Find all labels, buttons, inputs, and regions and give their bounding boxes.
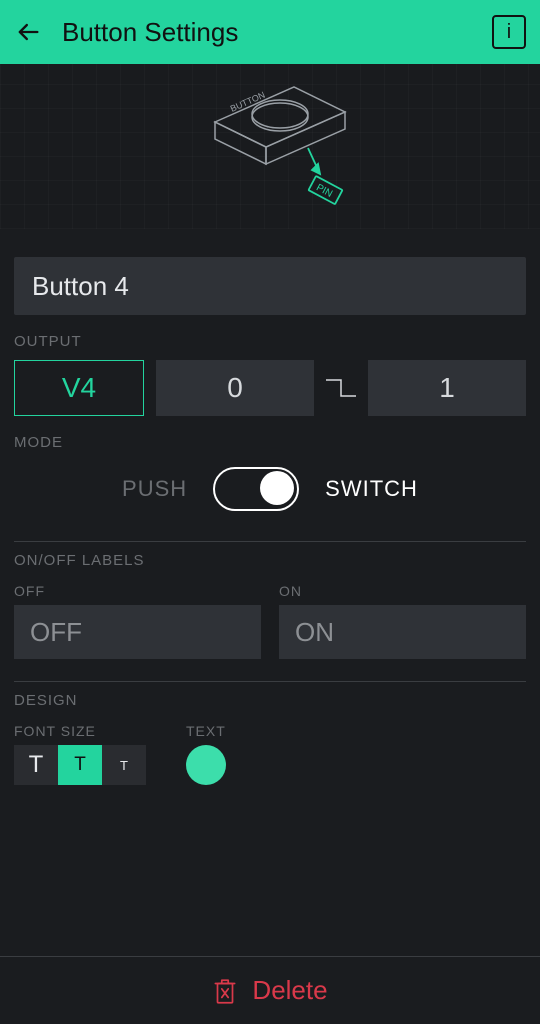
output-pin-value: V4 <box>62 372 96 404</box>
on-caption: ON <box>279 583 526 599</box>
font-size-picker: T T T <box>14 745 146 785</box>
divider <box>14 541 526 542</box>
on-label-input[interactable]: ON <box>279 605 526 659</box>
text-color-caption: TEXT <box>186 723 226 739</box>
mode-switch-label: SWITCH <box>325 476 418 502</box>
divider <box>14 681 526 682</box>
diagram-area: BUTTON PIN <box>0 64 540 229</box>
output-high-value: 1 <box>439 372 455 404</box>
off-label-input[interactable]: OFF <box>14 605 261 659</box>
onoff-section-label: ON/OFF LABELS <box>14 552 526 569</box>
mode-push-label: PUSH <box>122 476 187 502</box>
output-pin-selector[interactable]: V4 <box>14 360 144 416</box>
output-label: OUTPUT <box>14 333 526 350</box>
font-size-medium[interactable]: T <box>58 745 102 785</box>
trash-icon <box>212 976 238 1006</box>
mode-toggle[interactable] <box>213 467 299 511</box>
delete-button[interactable]: Delete <box>0 956 540 1024</box>
text-color-picker[interactable] <box>186 745 226 785</box>
toggle-knob <box>260 471 294 505</box>
range-link-icon <box>326 360 356 416</box>
content: Button 4 OUTPUT V4 0 1 MODE PUSH SWI <box>0 229 540 785</box>
onoff-row: OFF OFF ON ON <box>14 579 526 659</box>
info-icon[interactable]: i <box>492 15 526 49</box>
widget-name-input[interactable]: Button 4 <box>14 257 526 315</box>
output-low-value: 0 <box>227 372 243 404</box>
header-bar: Button Settings i <box>0 0 540 64</box>
mode-row: PUSH SWITCH <box>14 467 526 511</box>
screen: Button Settings i BUTTON <box>0 0 540 1024</box>
off-label-value: OFF <box>30 617 82 648</box>
output-low-input[interactable]: 0 <box>156 360 314 416</box>
design-row: FONT SIZE T T T TEXT <box>14 719 526 785</box>
on-label-value: ON <box>295 617 334 648</box>
delete-label: Delete <box>252 975 327 1006</box>
page-title: Button Settings <box>62 17 472 48</box>
mode-section-label: MODE <box>14 434 526 451</box>
design-section-label: DESIGN <box>14 692 526 709</box>
font-size-large[interactable]: T <box>14 745 58 785</box>
output-high-input[interactable]: 1 <box>368 360 526 416</box>
button-diagram-icon: BUTTON PIN <box>160 72 380 222</box>
font-size-caption: FONT SIZE <box>14 723 146 739</box>
output-row: V4 0 1 <box>14 360 526 416</box>
off-caption: OFF <box>14 583 261 599</box>
widget-name-value: Button 4 <box>32 271 129 302</box>
font-size-small[interactable]: T <box>102 745 146 785</box>
back-icon[interactable] <box>14 18 42 46</box>
